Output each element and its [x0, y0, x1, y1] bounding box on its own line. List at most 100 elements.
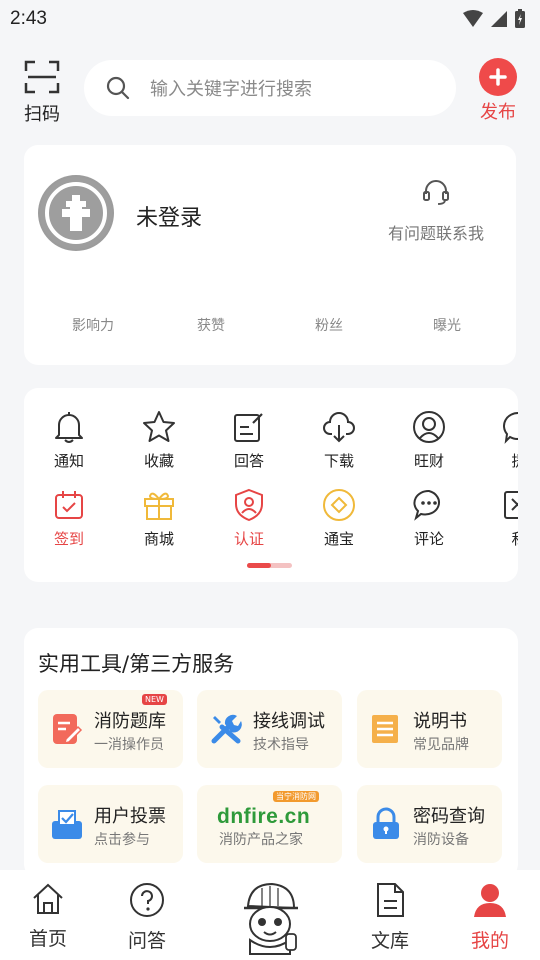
tool-password-query[interactable]: 密码查询 消防设备: [357, 785, 502, 863]
feature-grid: 通知 收藏 回答 下载 旺财 提 签到 商城: [24, 388, 518, 582]
stat-likes[interactable]: 获赞: [161, 315, 261, 335]
feature-download[interactable]: 下载: [294, 408, 384, 471]
feature-checkin[interactable]: 签到: [24, 486, 114, 549]
status-bar: 2:43: [0, 0, 540, 38]
stat-exposure[interactable]: 曝光: [397, 315, 497, 335]
feature-label: 商城: [143, 530, 174, 548]
comment-icon: [413, 489, 440, 521]
tool-subtitle: 消防产品之家: [219, 832, 303, 848]
home-icon: [33, 883, 63, 914]
profile-stats: 影响力 获赞 粉丝 曝光: [24, 315, 516, 335]
scan-button[interactable]: 扫码: [20, 60, 64, 126]
tool-subtitle: 点击参与: [94, 832, 150, 848]
avatar[interactable]: [38, 175, 114, 251]
nav-label: 问答: [127, 930, 166, 952]
tool-subtitle: 常见品牌: [413, 737, 469, 753]
tool-name: 接线调试: [253, 711, 325, 732]
coin-icon: [323, 489, 355, 521]
scan-icon: [24, 60, 60, 94]
document-icon: [372, 715, 398, 743]
nav-home[interactable]: 首页: [18, 882, 78, 951]
signal-icon: [491, 11, 507, 27]
contact-label: 有问题联系我: [387, 224, 484, 243]
feature-favorite[interactable]: 收藏: [114, 408, 204, 471]
feature-comment[interactable]: 评论: [384, 486, 474, 549]
gift-icon: [144, 492, 174, 520]
dnfire-logo: dnfire.cn: [217, 805, 311, 828]
scan-label: 扫码: [24, 104, 60, 125]
feature-answer[interactable]: 回答: [204, 408, 294, 471]
feature-coin[interactable]: 通宝: [294, 486, 384, 549]
plus-icon: [479, 58, 517, 96]
bell-icon: [55, 412, 83, 443]
vote-icon: [52, 810, 82, 839]
tool-manual[interactable]: 说明书 常见品牌: [357, 690, 502, 768]
nav-qa[interactable]: 问答: [117, 882, 177, 953]
tool-name: 用户投票: [94, 806, 166, 827]
feature-ask[interactable]: 提: [474, 408, 518, 471]
battery-icon: [515, 9, 525, 28]
message-icon: [504, 491, 518, 519]
chat-icon: [503, 412, 518, 444]
firefighter-mascot[interactable]: [234, 878, 306, 958]
nav-mine[interactable]: 我的: [460, 882, 520, 953]
status-icons: [462, 9, 526, 29]
edit-icon: [234, 413, 263, 442]
feature-notify[interactable]: 通知: [24, 408, 114, 471]
profile-card: 未登录 有问题联系我 影响力 获赞 粉丝 曝光: [24, 145, 516, 365]
feature-label: 评论: [413, 530, 444, 548]
search-placeholder: 输入关键字进行搜索: [150, 79, 312, 100]
tool-subtitle: 一消操作员: [94, 737, 164, 753]
status-time: 2:43: [10, 8, 47, 29]
nav-label: 首页: [28, 928, 67, 950]
tool-user-vote[interactable]: 用户投票 点击参与: [38, 785, 183, 863]
contact-button[interactable]: 有问题联系我: [374, 178, 498, 244]
header: 扫码 输入关键字进行搜索 发布: [0, 54, 540, 126]
feature-row: 签到 商城 认证 通宝 评论 私: [24, 486, 518, 549]
wrench-icon: [211, 714, 242, 744]
tool-name: 说明书: [413, 711, 467, 732]
cloud-download-icon: [323, 412, 355, 443]
feature-wangcai[interactable]: 旺财: [384, 408, 474, 471]
username[interactable]: 未登录: [136, 200, 202, 232]
search-input[interactable]: 输入关键字进行搜索: [84, 60, 456, 116]
feature-label: 签到: [53, 530, 84, 548]
new-badge: NEW: [142, 694, 167, 705]
nav-library[interactable]: 文库: [360, 882, 420, 953]
feature-row: 通知 收藏 回答 下载 旺财 提: [24, 408, 518, 471]
tool-fire-quiz[interactable]: NEW 消防题库 一消操作员: [38, 690, 183, 768]
stat-influence[interactable]: 影响力: [43, 315, 143, 335]
feature-label: 下载: [323, 452, 354, 470]
tool-subtitle: 技术指导: [253, 737, 309, 753]
calendar-check-icon: [55, 491, 83, 519]
tool-dnfire[interactable]: 当宁消防网 dnfire.cn 消防产品之家: [197, 785, 342, 863]
publish-button[interactable]: 发布: [476, 58, 520, 124]
headset-icon: [423, 180, 449, 205]
feature-mall[interactable]: 商城: [114, 486, 204, 549]
feature-label: 旺财: [413, 452, 444, 470]
feature-label: 通宝: [323, 530, 354, 548]
tool-subtitle: 消防设备: [413, 832, 469, 848]
stat-fans[interactable]: 粉丝: [279, 315, 379, 335]
search-icon: [106, 76, 130, 100]
feature-certify[interactable]: 认证: [204, 486, 294, 549]
bottom-nav: 首页 问答 文库 我的: [0, 870, 540, 960]
wifi-icon: [463, 10, 483, 27]
feature-label: 回答: [233, 452, 264, 470]
feature-label: 通知: [53, 452, 84, 470]
tools-title: 实用工具/第三方服务: [38, 652, 235, 676]
publish-label: 发布: [480, 102, 516, 123]
user-circle-icon: [413, 411, 445, 443]
tool-wiring-debug[interactable]: 接线调试 技术指导: [197, 690, 342, 768]
star-icon: [143, 411, 175, 442]
tools-card: 实用工具/第三方服务 NEW 消防题库 一消操作员 接线调试 技术指导 说明书 …: [24, 628, 518, 878]
lock-icon: [373, 807, 399, 839]
feature-private-message[interactable]: 私: [474, 486, 518, 549]
tool-name: 消防题库: [94, 711, 166, 732]
feature-label: 提: [474, 450, 518, 471]
nav-label: 文库: [370, 930, 409, 952]
tool-name: 密码查询: [413, 806, 485, 827]
page-indicator-active: [247, 563, 271, 568]
shield-user-icon: [235, 488, 263, 522]
feature-label: 认证: [233, 530, 264, 548]
